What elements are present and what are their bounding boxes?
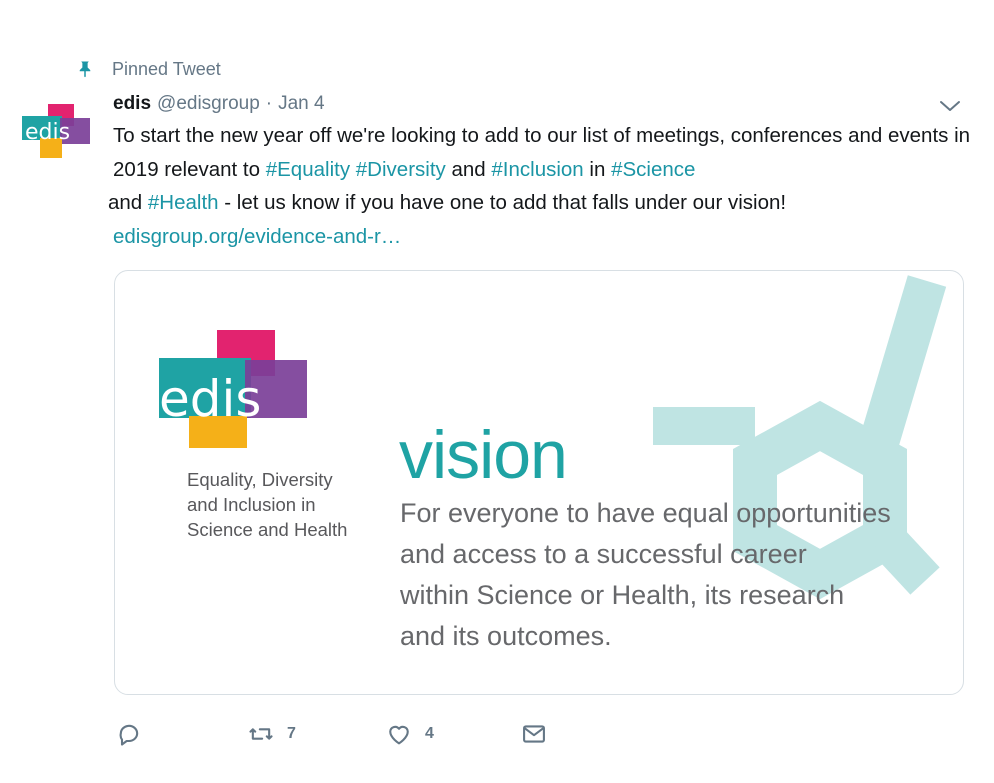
pinned-indicator: Pinned Tweet	[76, 57, 221, 81]
reply-icon	[119, 724, 139, 746]
tweet-header: edis @edisgroup · Jan 4	[113, 90, 325, 118]
direct-message-button[interactable]	[520, 716, 548, 752]
card-tagline: Equality, Diversity and Inclusion in Sci…	[187, 469, 348, 540]
edis-logo: edis	[159, 330, 307, 448]
avatar-logo-text: edis	[25, 120, 70, 145]
retweet-button[interactable]: 7	[247, 716, 296, 752]
link-card[interactable]: edis Equality, Diversity and Inclusion i…	[114, 270, 964, 695]
avatar[interactable]: edis	[22, 104, 90, 160]
card-logo-text: edis	[159, 370, 261, 428]
chevron-down-icon[interactable]	[938, 96, 962, 116]
hashtag-equality[interactable]: #Equality	[266, 158, 350, 181]
hashtag-inclusion[interactable]: #Inclusion	[491, 158, 583, 181]
card-body: For everyone to have equal opportunities…	[400, 498, 891, 651]
tweet-link[interactable]: edisgroup.org/evidence-and-r…	[113, 225, 401, 248]
hashtag-health[interactable]: #Health	[148, 191, 219, 214]
separator-dot: ·	[265, 93, 273, 114]
tweet-actions: 7 4	[113, 716, 573, 752]
like-count: 4	[425, 725, 434, 742]
user-handle[interactable]: @edisgroup	[157, 93, 260, 115]
retweet-count: 7	[287, 725, 296, 742]
hashtag-science[interactable]: #Science	[611, 158, 695, 181]
pin-icon	[79, 61, 91, 78]
tweet-text: To start the new year off we're looking …	[108, 124, 971, 248]
display-name[interactable]: edis	[113, 93, 151, 115]
retweet-icon	[249, 728, 273, 740]
pinned-tweet-label: Pinned Tweet	[112, 58, 221, 79]
reply-button[interactable]	[115, 716, 143, 752]
heart-icon	[389, 725, 409, 745]
envelope-icon	[523, 725, 545, 743]
like-button[interactable]: 4	[385, 716, 434, 752]
card-title: vision	[399, 417, 568, 493]
tweet-date[interactable]: Jan 4	[278, 93, 324, 115]
hashtag-diversity[interactable]: #Diversity	[356, 158, 446, 181]
